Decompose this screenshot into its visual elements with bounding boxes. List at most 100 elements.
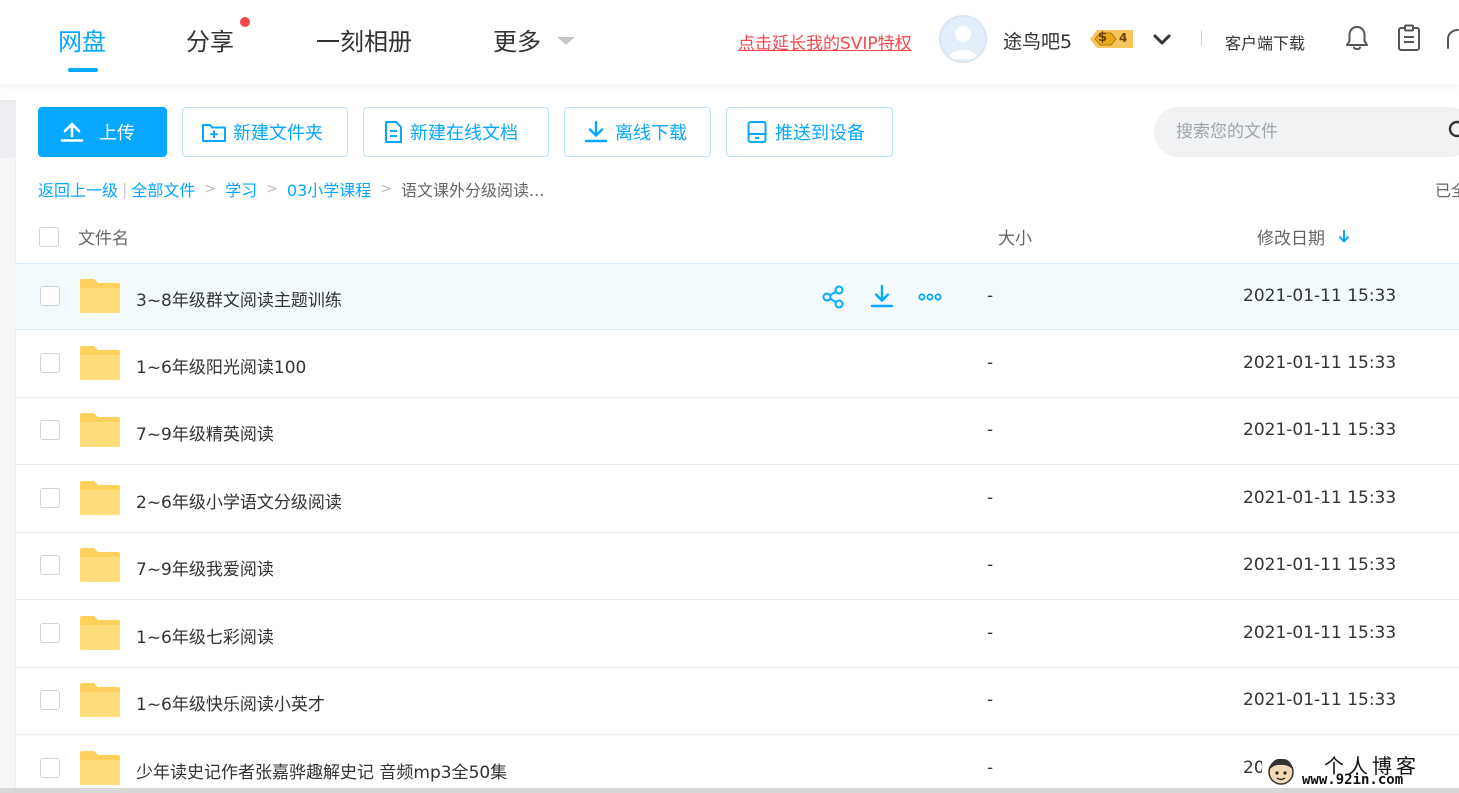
tab-netdisk[interactable]: 网盘 <box>58 22 106 57</box>
watermark: 个人博客 www.92in.com <box>1262 748 1459 793</box>
vip-level: 4 <box>1119 31 1128 45</box>
file-name[interactable]: 3~8年级群文阅读主题训练 <box>136 286 342 311</box>
offline-download-button[interactable]: 离线下载 <box>564 107 711 157</box>
row-checkbox[interactable] <box>40 488 60 508</box>
file-size: - <box>987 690 994 710</box>
bottom-border <box>0 788 1459 793</box>
tab-more[interactable]: 更多 <box>493 22 541 57</box>
sidebar-collapsed <box>0 100 16 793</box>
file-name[interactable]: 1~6年级快乐阅读小英才 <box>136 690 325 715</box>
table-row[interactable]: 少年读史记作者张嘉骅趣解史记 音频mp3全50集 - 20 <box>15 736 1459 793</box>
download-icon[interactable] <box>869 284 895 310</box>
file-date: 2021-01-11 15:33 <box>1243 555 1397 575</box>
table-row[interactable]: 1~6年级阳光阅读100 - 2021-01-11 15:33 <box>15 331 1459 398</box>
new-folder-label: 新建文件夹 <box>233 123 323 144</box>
column-header-size[interactable]: 大小 <box>998 224 1032 249</box>
breadcrumb-item-all-files[interactable]: 全部文件 <box>131 177 195 201</box>
client-download-link[interactable]: 客户端下载 <box>1225 30 1305 54</box>
row-checkbox[interactable] <box>40 353 60 373</box>
file-size: - <box>987 555 994 575</box>
folder-icon <box>80 481 120 515</box>
search-input[interactable] <box>1154 107 1459 157</box>
file-date: 2021-01-11 15:33 <box>1243 488 1397 508</box>
bell-icon[interactable] <box>1343 24 1371 52</box>
svip-renew-link[interactable]: 点击延长我的SVIP特权 <box>738 29 912 54</box>
cartoon-face-icon <box>1268 758 1294 785</box>
file-name[interactable]: 2~6年级小学语文分级阅读 <box>136 488 342 513</box>
sidebar-collapsed-top <box>0 100 15 158</box>
chevron-down-icon[interactable] <box>1151 28 1173 50</box>
table-row[interactable]: 7~9年级我爱阅读 - 2021-01-11 15:33 <box>15 533 1459 600</box>
folder-icon <box>80 346 120 380</box>
file-name[interactable]: 7~9年级精英阅读 <box>136 420 274 445</box>
push-to-device-button[interactable]: 推送到设备 <box>726 107 893 157</box>
sort-desc-icon[interactable] <box>1337 228 1351 244</box>
divider <box>1201 30 1202 46</box>
column-header-date[interactable]: 修改日期 <box>1257 224 1325 249</box>
file-date: 2021-01-11 15:33 <box>1243 353 1397 373</box>
file-size: - <box>987 488 994 508</box>
username[interactable]: 途鸟吧5 <box>1003 27 1072 54</box>
table-row[interactable]: 2~6年级小学语文分级阅读 - 2021-01-11 15:33 <box>15 466 1459 533</box>
folder-icon <box>80 279 120 313</box>
row-checkbox[interactable] <box>40 623 60 643</box>
chevron-down-icon[interactable] <box>557 37 575 45</box>
chevron-right-icon: > <box>204 181 217 197</box>
loaded-status: 已全 <box>1435 181 1459 200</box>
column-header-name[interactable]: 文件名 <box>78 224 129 249</box>
download-icon <box>584 120 608 143</box>
breadcrumb-item-primary-course[interactable]: 03小学课程 <box>287 177 371 201</box>
folder-icon <box>80 616 120 650</box>
notification-dot <box>240 17 250 27</box>
file-name[interactable]: 少年读史记作者张嘉骅趣解史记 音频mp3全50集 <box>136 758 507 783</box>
upload-label: 上传 <box>99 123 135 144</box>
svip-badge[interactable]: $ 4 <box>1087 28 1137 50</box>
breadcrumb-current: 语文课外分级阅读... <box>401 181 545 200</box>
file-size: - <box>987 758 994 778</box>
select-all-checkbox[interactable] <box>39 227 59 247</box>
new-folder-button[interactable]: 新建文件夹 <box>182 107 348 157</box>
file-date: 2021-01-11 15:33 <box>1243 623 1397 643</box>
breadcrumb-divider: | <box>122 179 128 199</box>
breadcrumb-item-study[interactable]: 学习 <box>225 177 257 201</box>
file-date: 2021-01-11 15:33 <box>1243 690 1397 710</box>
upload-button[interactable]: 上传 <box>38 107 167 157</box>
avatar-person-icon <box>948 26 978 59</box>
active-tab-indicator <box>68 68 98 72</box>
chevron-right-icon: > <box>266 181 278 197</box>
row-checkbox[interactable] <box>40 420 60 440</box>
row-checkbox[interactable] <box>40 690 60 710</box>
table-row[interactable]: 3~8年级群文阅读主题训练 - 2021-01-11 15:33 <box>15 263 1459 330</box>
folder-icon <box>80 751 120 785</box>
file-name[interactable]: 7~9年级我爱阅读 <box>136 555 274 580</box>
clipboard-icon[interactable] <box>1396 24 1422 52</box>
watermark-url: www.92in.com <box>1302 772 1404 788</box>
offline-download-label: 离线下载 <box>615 123 687 144</box>
folder-icon <box>80 413 120 447</box>
more-icon[interactable] <box>917 284 943 310</box>
share-icon[interactable] <box>821 284 847 310</box>
file-size: - <box>987 623 994 643</box>
search-icon[interactable] <box>1448 120 1459 142</box>
row-checkbox[interactable] <box>40 286 60 306</box>
new-online-doc-button[interactable]: 新建在线文档 <box>363 107 549 157</box>
row-checkbox[interactable] <box>40 555 60 575</box>
breadcrumb-back[interactable]: 返回上一级 <box>38 177 118 201</box>
top-nav-bar: 网盘 分享 一刻相册 更多 点击延长我的SVIP特权 途鸟吧5 $ 4 客户端下… <box>0 0 1459 84</box>
file-name[interactable]: 1~6年级阳光阅读100 <box>136 353 306 378</box>
shirt-icon[interactable] <box>1446 26 1459 52</box>
folder-icon <box>80 683 120 717</box>
tab-share[interactable]: 分享 <box>186 22 234 57</box>
table-row[interactable]: 1~6年级七彩阅读 - 2021-01-11 15:33 <box>15 601 1459 668</box>
table-row[interactable]: 7~9年级精英阅读 - 2021-01-11 15:33 <box>15 398 1459 465</box>
row-checkbox[interactable] <box>40 758 60 778</box>
tab-moment-album[interactable]: 一刻相册 <box>316 22 412 57</box>
push-to-device-label: 推送到设备 <box>775 123 865 144</box>
file-name[interactable]: 1~6年级七彩阅读 <box>136 623 274 648</box>
file-date: 2021-01-11 15:33 <box>1243 420 1397 440</box>
new-online-doc-label: 新建在线文档 <box>410 123 518 144</box>
folder-plus-icon <box>202 124 226 142</box>
avatar[interactable] <box>939 15 987 63</box>
document-icon <box>385 121 402 143</box>
table-row[interactable]: 1~6年级快乐阅读小英才 - 2021-01-11 15:33 <box>15 668 1459 735</box>
